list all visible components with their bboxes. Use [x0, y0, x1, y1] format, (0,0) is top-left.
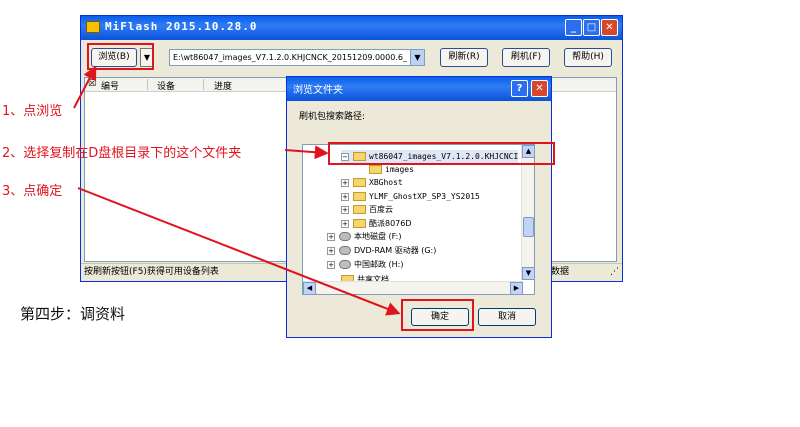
search-path-label: 刷机包搜索路径: [299, 112, 366, 122]
highlight-ok-button [401, 299, 474, 331]
close-button[interactable]: ✕ [601, 19, 618, 36]
dialog-titlebar[interactable]: 浏览文件夹 ? ✕ [287, 77, 551, 101]
step4-heading: 第四步：调资料 [20, 305, 126, 323]
scroll-thumb[interactable] [523, 217, 534, 237]
annotation-step2: 2、选择复制在D盘根目录下的这个文件夹 [2, 146, 242, 161]
tree-item-drive-g[interactable]: + DVD-RAM 驱动器 (G:) [327, 244, 436, 257]
folder-icon [353, 219, 366, 228]
annotation-step1: 1、点浏览 [2, 104, 63, 119]
main-titlebar[interactable]: MiFlash 2015.10.28.0 _ □ ✕ [81, 16, 622, 40]
tree-item-drive-f[interactable]: + 本地磁盘 (F:) [327, 230, 401, 243]
annotation-step3: 3、点确定 [2, 184, 63, 199]
flash-button[interactable]: 刷机(F) [502, 48, 550, 67]
status-text: 按刷新按钮(F5)获得可用设备列表 [84, 267, 219, 277]
expand-icon[interactable]: + [341, 219, 349, 228]
tree-vertical-scrollbar[interactable]: ▲ ▼ [521, 145, 534, 280]
folder-tree[interactable]: − wt86047_images_V7.1.2.0.KHJCNCI images … [302, 144, 535, 295]
column-header-number[interactable]: 编号 [101, 79, 119, 92]
minimize-button[interactable]: _ [565, 19, 582, 36]
highlight-browse-button [87, 43, 154, 70]
tree-item-xbghost[interactable]: + XBGhost [341, 176, 403, 189]
expand-icon[interactable]: + [341, 205, 349, 214]
scroll-down-icon[interactable]: ▼ [522, 267, 534, 280]
select-all-checkbox[interactable]: ☒ [88, 79, 96, 89]
expand-icon[interactable]: + [327, 232, 335, 241]
maximize-button[interactable]: □ [583, 19, 600, 36]
expand-icon[interactable]: + [327, 246, 335, 255]
expand-icon[interactable]: + [341, 178, 349, 187]
column-header-progress[interactable]: 进度 [214, 79, 232, 92]
drive-icon [339, 232, 351, 241]
folder-icon [353, 178, 366, 187]
dialog-title: 浏览文件夹 [293, 85, 343, 96]
scroll-left-icon[interactable]: ◀ [303, 282, 316, 294]
refresh-button[interactable]: 刷新(R) [440, 48, 488, 67]
help-button[interactable]: 帮助(H) [564, 48, 612, 67]
expand-icon[interactable]: + [327, 260, 335, 269]
highlight-folder-item [328, 142, 555, 165]
chevron-down-icon[interactable]: ▼ [410, 50, 424, 65]
tree-item-drive-h[interactable]: + 中国邮政 (H:) [327, 258, 404, 271]
dialog-help-button[interactable]: ? [511, 80, 528, 97]
folder-icon [369, 165, 382, 174]
scroll-right-icon[interactable]: ▶ [510, 282, 523, 294]
folder-icon [353, 192, 366, 201]
dvd-drive-icon [339, 246, 351, 255]
path-combobox[interactable]: E:\wt86047_images_V7.1.2.0.KHJCNCK_20151… [169, 49, 425, 66]
app-icon [86, 21, 100, 33]
resize-grip-icon[interactable]: ⋰ [610, 264, 619, 281]
column-header-device[interactable]: 设备 [157, 79, 175, 92]
folder-icon [353, 205, 366, 214]
tree-item-baiduyun[interactable]: + 百度云 [341, 203, 393, 216]
cancel-button[interactable]: 取消 [478, 308, 536, 326]
window-title: MiFlash 2015.10.28.0 [105, 20, 258, 33]
drive-icon [339, 260, 351, 269]
dialog-close-button[interactable]: ✕ [531, 80, 548, 97]
tree-item-coolpad[interactable]: + 酷派8076D [341, 217, 412, 230]
tree-horizontal-scrollbar[interactable]: ◀ ▶ [303, 281, 523, 294]
path-value: E:\wt86047_images_V7.1.2.0.KHJCNCK_20151… [173, 53, 407, 62]
expand-icon[interactable]: + [341, 192, 349, 201]
tree-item-ylmf[interactable]: + YLMF_GhostXP_SP3_YS2015 [341, 190, 480, 203]
